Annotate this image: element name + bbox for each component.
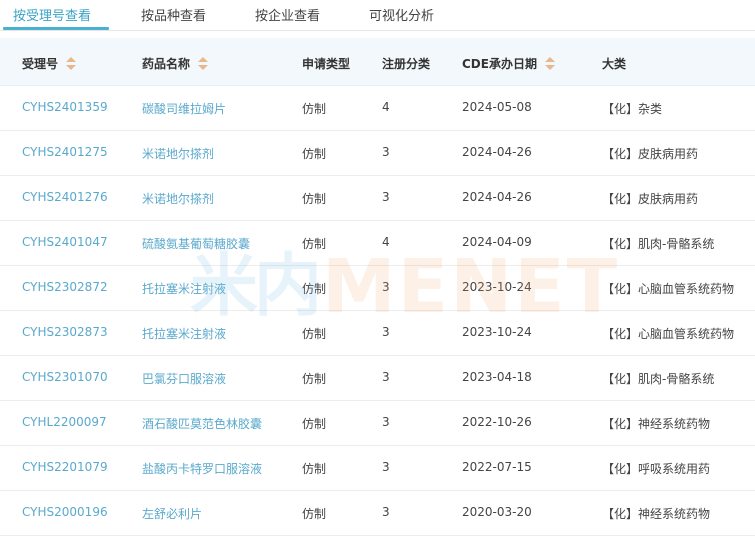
cell-drug-name[interactable]: 碳酸司维拉姆片 [142,100,226,117]
tab-by-variety[interactable]: 按品种查看 [141,5,206,24]
cell-category: 【化】神经系统药物 [602,417,711,431]
cell-reg-class: 3 [382,460,390,474]
cell-reg-class: 3 [382,370,390,384]
table-row: CYHS2302873 托拉塞米注射液 仿制 3 2023-10-24 【化】心脑血管系统… [0,311,755,356]
cell-accept-no[interactable]: CYHS2401275 [22,145,108,159]
tab-by-company[interactable]: 按企业查看 [255,5,320,24]
cell-drug-name[interactable]: 硫酸氨基葡萄糖胶囊 [142,235,250,252]
cell-category: 【化】心脑血管系统药物 [602,282,735,296]
cell-cde-date: 2023-10-24 [462,325,532,339]
cell-accept-no[interactable]: CYHS2000196 [22,505,108,519]
results-table: 受理号 药品名称 申请类型 注册分类 CDE承办日期 大类 CYHS240135… [0,38,755,536]
cell-cde-date: 2022-07-15 [462,460,532,474]
sort-icon[interactable] [66,56,77,71]
cell-drug-name[interactable]: 托拉塞米注射液 [142,325,226,342]
cell-cde-date: 2023-04-18 [462,370,532,384]
cell-drug-name[interactable]: 米诺地尔搽剂 [142,190,214,207]
tab-visual-analysis[interactable]: 可视化分析 [369,5,434,24]
cell-apply-type: 仿制 [302,147,327,161]
cell-reg-class: 3 [382,190,390,204]
header-reg-class: 注册分类 [382,55,430,72]
cell-reg-class: 3 [382,325,390,339]
cell-drug-name[interactable]: 左舒必利片 [142,505,202,522]
sort-icon[interactable] [198,56,209,71]
cell-cde-date: 2023-10-24 [462,280,532,294]
cell-category: 【化】肌肉-骨骼系统 [602,372,715,386]
header-category-label: 大类 [602,57,627,71]
table-row: CYHS2301070 巴氯芬口服溶液 仿制 3 2023-04-18 【化】肌肉-骨骼系… [0,356,755,401]
cell-accept-no[interactable]: CYHS2302873 [22,325,108,339]
header-cde-date[interactable]: CDE承办日期 [462,55,555,72]
table-row: CYHS2201079 盐酸丙卡特罗口服溶液 仿制 3 2022-07-15 【化】呼吸系… [0,446,755,491]
table-row: CYHS2302872 托拉塞米注射液 仿制 3 2023-10-24 【化】心脑血管系统… [0,266,755,311]
table-header: 受理号 药品名称 申请类型 注册分类 CDE承办日期 大类 [0,38,755,86]
header-category: 大类 [602,55,626,72]
cell-drug-name[interactable]: 巴氯芬口服溶液 [142,370,226,387]
table-row: CYHS2401275 米诺地尔搽剂 仿制 3 2024-04-26 【化】皮肤病用药 [0,131,755,176]
tab-by-accept-no[interactable]: 按受理号查看 [13,5,91,24]
cell-drug-name[interactable]: 托拉塞米注射液 [142,280,226,297]
cell-accept-no[interactable]: CYHS2401047 [22,235,108,249]
cell-category: 【化】皮肤病用药 [602,192,699,206]
cell-category: 【化】心脑血管系统药物 [602,327,735,341]
cell-apply-type: 仿制 [302,372,327,386]
cell-cde-date: 2024-04-09 [462,235,532,249]
cell-accept-no[interactable]: CYHS2401276 [22,190,108,204]
table-row: CYHS2401047 硫酸氨基葡萄糖胶囊 仿制 4 2024-04-09 【化】肌肉-骨… [0,221,755,266]
cell-category: 【化】呼吸系统用药 [602,462,711,476]
header-apply-type: 申请类型 [302,55,350,72]
cell-accept-no[interactable]: CYHS2401359 [22,100,108,114]
cell-apply-type: 仿制 [302,237,327,251]
cell-drug-name[interactable]: 酒石酸匹莫范色林胶囊 [142,415,262,432]
cell-accept-no[interactable]: CYHS2301070 [22,370,108,384]
table-body: CYHS2401359 碳酸司维拉姆片 仿制 4 2024-05-08 【化】杂类 CYHS… [0,86,755,536]
cell-category: 【化】神经系统药物 [602,507,711,521]
header-reg-class-label: 注册分类 [382,57,431,71]
cell-accept-no[interactable]: CYHS2201079 [22,460,108,474]
table-row: CYHS2401359 碳酸司维拉姆片 仿制 4 2024-05-08 【化】杂类 [0,86,755,131]
active-tab-indicator [3,27,109,30]
cell-apply-type: 仿制 [302,102,327,116]
cell-cde-date: 2024-04-26 [462,145,532,159]
view-tabs: 按受理号查看 按品种查看 按企业查看 可视化分析 [0,0,755,31]
cell-apply-type: 仿制 [302,192,327,206]
sort-icon[interactable] [544,56,555,71]
cell-cde-date: 2024-04-26 [462,190,532,204]
cell-accept-no[interactable]: CYHL2200097 [22,415,107,429]
header-accept-no[interactable]: 受理号 [22,55,77,72]
cell-apply-type: 仿制 [302,282,327,296]
cell-reg-class: 4 [382,235,390,249]
cell-reg-class: 3 [382,280,390,294]
cell-apply-type: 仿制 [302,327,327,341]
cell-cde-date: 2020-03-20 [462,505,532,519]
header-drug-name[interactable]: 药品名称 [142,55,209,72]
header-cde-date-label: CDE承办日期 [462,57,537,71]
cell-cde-date: 2022-10-26 [462,415,532,429]
cell-drug-name[interactable]: 米诺地尔搽剂 [142,145,214,162]
cell-cde-date: 2024-05-08 [462,100,532,114]
cell-accept-no[interactable]: CYHS2302872 [22,280,108,294]
header-accept-no-label: 受理号 [22,57,59,71]
table-row: CYHS2000196 左舒必利片 仿制 3 2020-03-20 【化】神经系统药物 [0,491,755,536]
cell-drug-name[interactable]: 盐酸丙卡特罗口服溶液 [142,460,262,477]
table-row: CYHL2200097 酒石酸匹莫范色林胶囊 仿制 3 2022-10-26 【化】神经系… [0,401,755,446]
cell-reg-class: 3 [382,505,390,519]
header-apply-type-label: 申请类型 [302,57,351,71]
cell-category: 【化】杂类 [602,102,663,116]
header-drug-name-label: 药品名称 [142,57,191,71]
cell-category: 【化】皮肤病用药 [602,147,699,161]
cell-reg-class: 4 [382,100,390,114]
cell-apply-type: 仿制 [302,462,327,476]
cell-reg-class: 3 [382,415,390,429]
cell-apply-type: 仿制 [302,507,327,521]
table-row: CYHS2401276 米诺地尔搽剂 仿制 3 2024-04-26 【化】皮肤病用药 [0,176,755,221]
cell-category: 【化】肌肉-骨骼系统 [602,237,715,251]
cell-apply-type: 仿制 [302,417,327,431]
cell-reg-class: 3 [382,145,390,159]
